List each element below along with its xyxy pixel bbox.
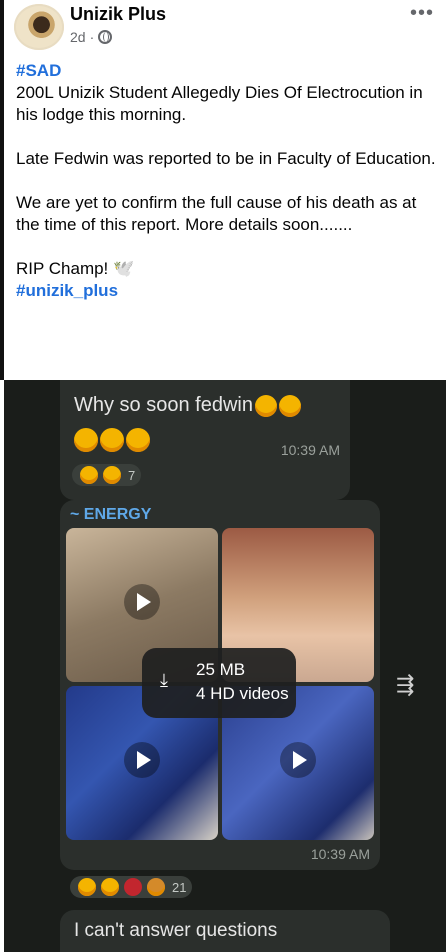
crying-emoji-icon: [103, 466, 121, 484]
lion-emoji-icon: [147, 878, 165, 896]
crying-emoji-icon: [101, 878, 119, 896]
post-text: #SAD 200L Unizik Student Allegedly Dies …: [16, 60, 436, 302]
download-icon: ⤓: [160, 670, 168, 690]
post-time[interactable]: 2d: [70, 29, 86, 45]
message-1-text: Why so soon fedwin: [74, 394, 301, 417]
crying-emoji-icon: [278, 394, 301, 417]
download-overlay[interactable]: ⤓ 25 MB 4 HD videos: [142, 648, 296, 718]
reaction-bar-1: 7: [72, 464, 142, 486]
post-line-1: 200L Unizik Student Allegedly Dies Of El…: [16, 83, 423, 124]
reaction-count-1: 7: [128, 467, 136, 483]
crying-emoji-icon: [254, 394, 277, 417]
forward-icon[interactable]: ⇶: [396, 672, 414, 698]
reaction-bar-2: 21: [70, 876, 193, 898]
sender-name: ~ ENERGY: [70, 506, 152, 523]
play-icon[interactable]: [124, 584, 160, 620]
meta-dot: ·: [89, 29, 95, 45]
page-avatar[interactable]: [14, 4, 64, 50]
sad-emoji-icon: [80, 466, 98, 484]
message-1-label: Why so soon fedwin: [74, 394, 253, 416]
sad-emoji-icon: [78, 878, 96, 896]
post-line-2: Late Fedwin was reported to be in Facult…: [16, 149, 436, 168]
globe-icon: [98, 30, 113, 44]
emoji-row: [72, 428, 150, 452]
more-dots-icon[interactable]: •••: [410, 2, 434, 25]
hashtag-sad[interactable]: #SAD: [16, 60, 436, 82]
post-meta: 2d ·: [70, 29, 113, 45]
play-icon[interactable]: [280, 742, 316, 778]
crying-emoji-icon: [126, 428, 150, 452]
crying-emoji-icon: [74, 428, 98, 452]
download-count: 4 HD videos: [196, 684, 289, 703]
reaction-count-2: 21: [172, 879, 187, 895]
message-bubble-3: I can't answer questions: [60, 910, 390, 952]
post-line-4: RIP Champ! 🕊️: [16, 259, 135, 278]
crying-emoji-icon: [100, 428, 124, 452]
message-bubble-2: ~ ENERGY ⤓ 25 MB 4 HD videos 10:39 AM: [60, 500, 380, 870]
message-bubble-1: Why so soon fedwin 10:39 AM 7: [60, 380, 350, 500]
message-3-text: I can't answer questions: [74, 920, 278, 941]
play-icon[interactable]: [124, 742, 160, 778]
message-1-time: 10:39 AM: [280, 442, 340, 458]
page-name[interactable]: Unizik Plus: [70, 4, 166, 25]
message-2-time: 10:39 AM: [310, 846, 370, 862]
chat-screenshot-image[interactable]: Why so soon fedwin 10:39 AM 7 ~ ENERGY ⤓…: [4, 380, 446, 952]
download-size: 25 MB: [196, 660, 246, 679]
hashtag-unizik-plus[interactable]: #unizik_plus: [16, 280, 436, 302]
video-grid: ⤓ 25 MB 4 HD videos: [66, 528, 374, 840]
facebook-post: Unizik Plus 2d · ••• #SAD 200L Unizik St…: [4, 0, 446, 380]
post-line-3: We are yet to confirm the full cause of …: [16, 193, 417, 234]
broken-heart-icon: [124, 878, 142, 896]
